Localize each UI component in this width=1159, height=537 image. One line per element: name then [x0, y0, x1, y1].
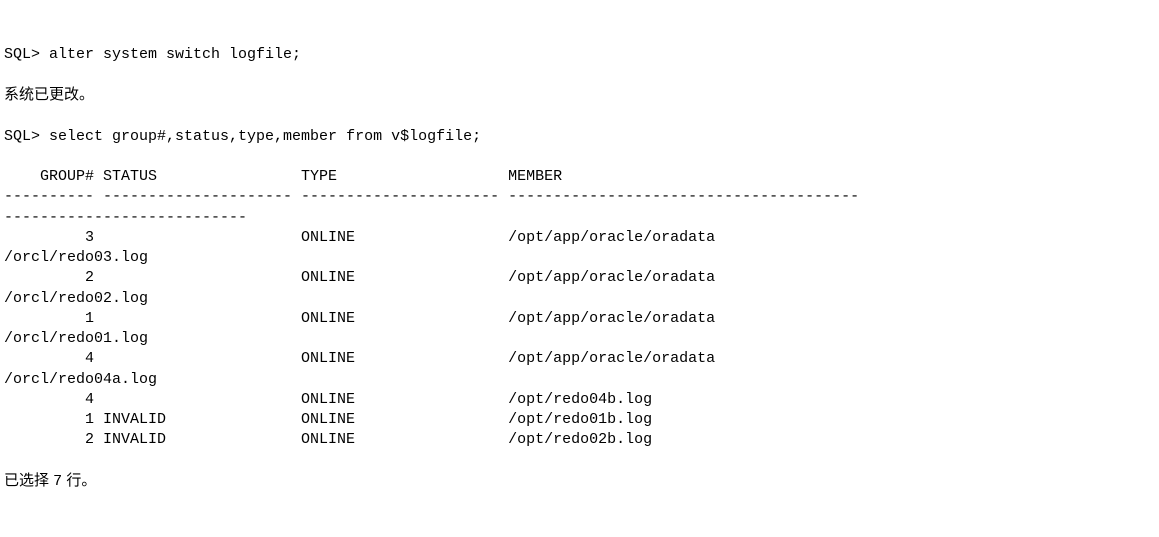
- rows-selected-prefix: 已选择: [4, 472, 53, 489]
- sql-prompt: SQL>: [4, 46, 49, 63]
- sql-prompt: SQL>: [4, 128, 49, 145]
- table-row: 1 ONLINE /opt/app/oracle/oradata: [4, 310, 715, 327]
- system-changed-msg: 系统已更改。: [4, 86, 94, 103]
- table-separator: ---------------------------: [4, 209, 247, 226]
- rows-selected-count: 7: [53, 473, 62, 490]
- rows-selected-suffix: 行。: [62, 472, 96, 489]
- table-row: 2 INVALID ONLINE /opt/redo02b.log: [4, 431, 652, 448]
- table-row-wrap: /orcl/redo03.log: [4, 249, 148, 266]
- table-row: 4 ONLINE /opt/app/oracle/oradata: [4, 350, 715, 367]
- table-row-wrap: /orcl/redo02.log: [4, 290, 148, 307]
- table-row-wrap: /orcl/redo04a.log: [4, 371, 157, 388]
- table-row-wrap: /orcl/redo01.log: [4, 330, 148, 347]
- table-row: 3 ONLINE /opt/app/oracle/oradata: [4, 229, 715, 246]
- sql-command-alter: alter system switch logfile;: [49, 46, 301, 63]
- sql-command-select: select group#,status,type,member from v$…: [49, 128, 481, 145]
- table-header: GROUP# STATUS TYPE MEMBER: [4, 168, 562, 185]
- table-row: 2 ONLINE /opt/app/oracle/oradata: [4, 269, 715, 286]
- table-separator: ---------- --------------------- -------…: [4, 188, 859, 205]
- table-row: 1 INVALID ONLINE /opt/redo01b.log: [4, 411, 652, 428]
- table-row: 4 ONLINE /opt/redo04b.log: [4, 391, 652, 408]
